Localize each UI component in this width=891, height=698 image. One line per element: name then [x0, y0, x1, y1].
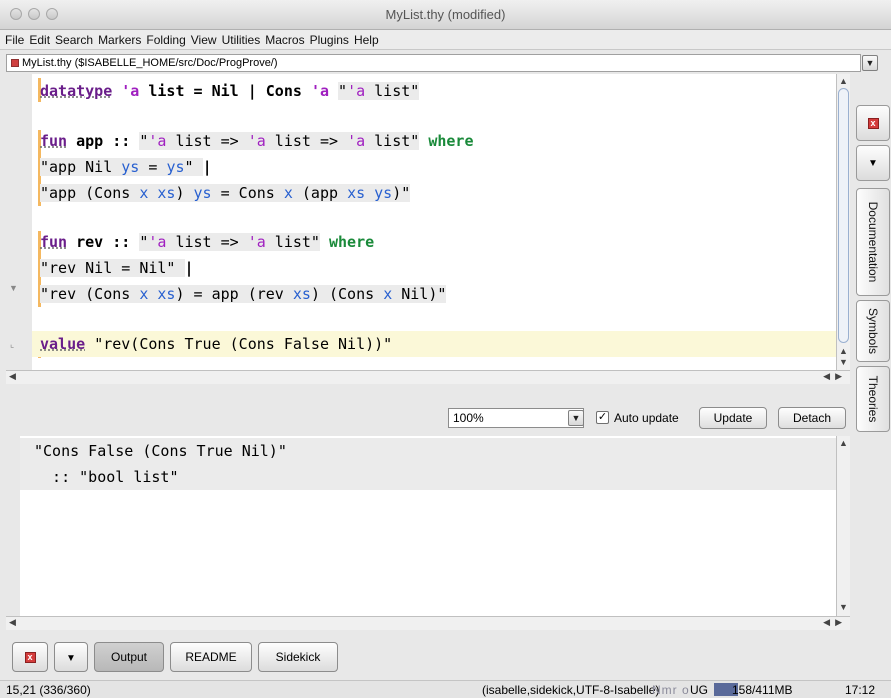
chevron-down-icon: ▼: [868, 157, 878, 169]
scroll-left-icon[interactable]: ◀: [9, 371, 16, 382]
menu-macros[interactable]: Macros: [265, 33, 304, 47]
menu-plugins[interactable]: Plugins: [310, 33, 349, 47]
scroll-down-icon[interactable]: ▼: [839, 602, 848, 612]
text-editor[interactable]: datatype 'a list = Nil | Cons 'a "'a lis…: [32, 74, 836, 370]
tab-theories[interactable]: Theories: [856, 366, 890, 432]
code-line-8: "rev Nil = Nil" |: [40, 259, 194, 277]
menu-folding[interactable]: Folding: [146, 33, 185, 47]
code-line-3: fun app :: "'a list => 'a list => 'a lis…: [40, 132, 474, 150]
scroll-left-icon[interactable]: ◀: [9, 617, 16, 628]
scroll-up-icon[interactable]: ▲: [839, 346, 848, 356]
scroll-right-icon[interactable]: ▶: [835, 371, 842, 382]
menu-utilities[interactable]: Utilities: [222, 33, 261, 47]
close-bottom-dock-button[interactable]: x: [12, 642, 48, 672]
scroll-thumb[interactable]: [838, 88, 849, 343]
update-button[interactable]: Update: [699, 407, 767, 429]
output-horizontal-scrollbar[interactable]: ◀ ◀ ▶: [6, 616, 850, 630]
tab-symbols[interactable]: Symbols: [856, 300, 890, 362]
menu-search[interactable]: Search: [55, 33, 93, 47]
menu-edit[interactable]: Edit: [29, 33, 50, 47]
buffer-path: MyList.thy ($ISABELLE_HOME/src/Doc/ProgP…: [22, 57, 278, 69]
status-bar: 15,21 (336/360) (isabelle,sidekick,UTF-8…: [0, 680, 891, 698]
close-icon: x: [867, 117, 879, 129]
auto-update-label: Auto update: [614, 411, 679, 425]
bottom-dock-menu-button[interactable]: ▼: [54, 642, 88, 672]
code-line-11: value "rev(Cons True (Cons False Nil))": [32, 331, 836, 357]
editor-gutter[interactable]: ▼ ⌞: [6, 74, 32, 370]
buffer-switcher[interactable]: MyList.thy ($ISABELLE_HOME/src/Doc/ProgP…: [6, 54, 861, 72]
close-dock-button[interactable]: x: [856, 105, 890, 141]
zoom-select[interactable]: 100%: [448, 408, 584, 428]
clock: 17:12: [845, 683, 876, 697]
scroll-down-icon[interactable]: ▼: [839, 357, 848, 367]
fold-end-icon: ⌞: [10, 339, 15, 349]
scroll-left-icon[interactable]: ◀: [823, 617, 830, 628]
tab-sidekick[interactable]: Sidekick: [258, 642, 338, 672]
chevron-down-icon: ▼: [571, 413, 581, 423]
menu-bar: File Edit Search Markers Folding View Ut…: [0, 30, 891, 50]
scroll-left-icon[interactable]: ◀: [823, 371, 830, 382]
code-line-1: datatype 'a list = Nil | Cons 'a "'a lis…: [40, 82, 420, 100]
output-line-2: :: "bool list": [20, 464, 836, 490]
menu-markers[interactable]: Markers: [98, 33, 141, 47]
tab-output[interactable]: Output: [94, 642, 164, 672]
menu-file[interactable]: File: [5, 33, 24, 47]
code-line-9: "rev (Cons x xs) = app (rev xs) (Cons x …: [40, 285, 447, 303]
buffer-mode[interactable]: (isabelle,sidekick,UTF-8-Isabelle): [482, 683, 659, 697]
output-vertical-scrollbar[interactable]: ▲ ▼: [836, 436, 850, 616]
detach-button[interactable]: Detach: [778, 407, 846, 429]
code-line-5: "app (Cons x xs) ys = Cons x (app xs ys)…: [40, 184, 411, 202]
menu-view[interactable]: View: [191, 33, 217, 47]
editor-vertical-scrollbar[interactable]: ▲ ▲ ▼: [836, 74, 850, 370]
checkmark-icon: ✓: [597, 411, 608, 423]
scroll-up-icon[interactable]: ▲: [839, 76, 848, 86]
memory-prefix: UG: [690, 683, 708, 697]
tab-readme[interactable]: README: [170, 642, 252, 672]
fold-arrow-icon[interactable]: ▼: [9, 283, 18, 293]
buffer-dropdown-button[interactable]: ▼: [862, 55, 878, 71]
tab-documentation[interactable]: Documentation: [856, 188, 890, 296]
auto-update-checkbox[interactable]: ✓: [596, 411, 609, 424]
output-line-1: "Cons False (Cons True Nil)": [20, 438, 836, 464]
scroll-right-icon[interactable]: ▶: [835, 617, 842, 628]
scroll-up-icon[interactable]: ▲: [839, 438, 848, 448]
zoom-dropdown-button[interactable]: ▼: [568, 410, 584, 426]
dock-menu-button[interactable]: ▼: [856, 145, 890, 181]
editor-horizontal-scrollbar[interactable]: ◀ ◀ ▶: [6, 370, 850, 384]
title-bar: MyList.thy (modified): [0, 0, 891, 30]
code-line-7: fun rev :: "'a list => 'a list" where: [40, 233, 375, 251]
window-title: MyList.thy (modified): [385, 7, 506, 22]
chevron-down-icon: ▼: [66, 653, 76, 664]
caret-position[interactable]: 15,21 (336/360): [6, 683, 91, 697]
chevron-down-icon: ▼: [865, 58, 875, 68]
code-line-4: "app Nil ys = ys" |: [40, 158, 212, 176]
memory-usage[interactable]: 158/411MB: [732, 683, 793, 697]
buffer-flags[interactable]: Nmr o: [652, 683, 690, 697]
close-icon: x: [24, 652, 36, 664]
output-panel[interactable]: "Cons False (Cons True Nil)" :: "bool li…: [20, 436, 836, 616]
menu-help[interactable]: Help: [354, 33, 379, 47]
file-icon: [11, 59, 19, 67]
